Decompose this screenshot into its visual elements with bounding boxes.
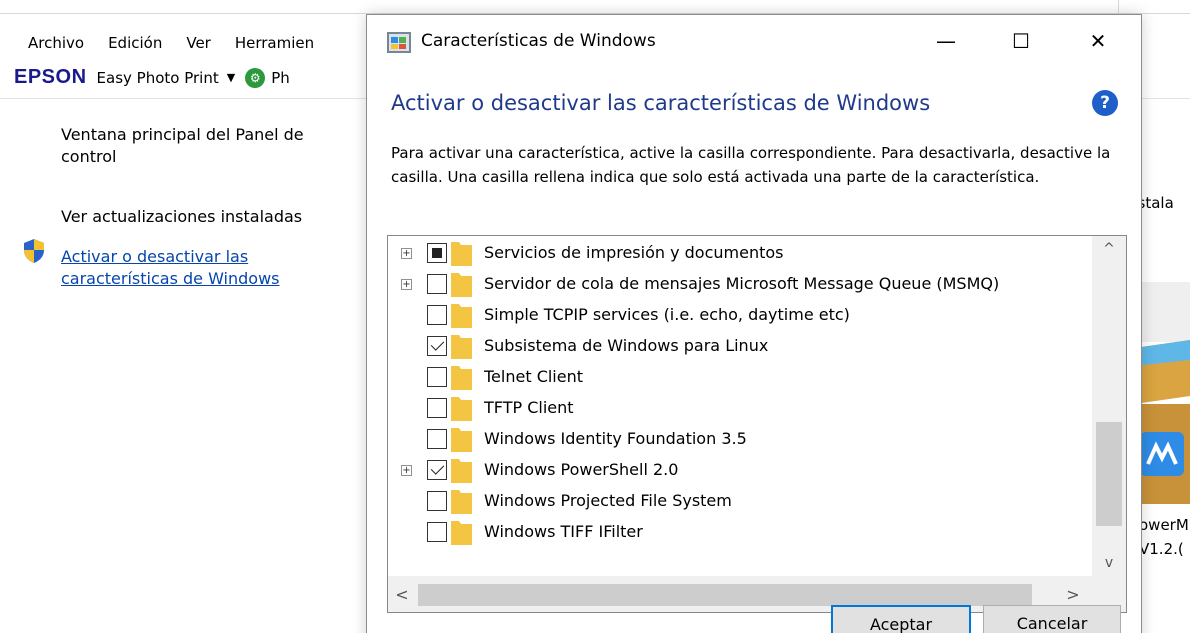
uac-shield-icon	[24, 239, 44, 263]
feature-label: Servicios de impresión y documentos	[484, 243, 784, 262]
maximize-button[interactable]: ☐	[998, 21, 1044, 61]
scroll-down-icon[interactable]: v	[1092, 550, 1126, 576]
feature-checkbox[interactable]	[427, 429, 447, 449]
feature-row[interactable]: Windows Projected File System	[388, 486, 1092, 517]
feature-label: Subsistema de Windows para Linux	[484, 336, 769, 355]
menu-herramientas[interactable]: Herramien	[235, 34, 314, 52]
search-box-edge	[1118, 0, 1190, 14]
photo-print-icon[interactable]: ⚙	[245, 67, 266, 88]
folder-icon	[451, 490, 472, 514]
folder-icon	[451, 242, 472, 266]
feature-row[interactable]: Windows Identity Foundation 3.5	[388, 424, 1092, 455]
feature-label: Windows Projected File System	[484, 491, 732, 510]
program-name-line2: V1.2.(	[1139, 540, 1184, 558]
menu-edicion[interactable]: Edición	[108, 34, 162, 52]
folder-icon	[451, 304, 472, 328]
feature-row[interactable]: TFTP Client	[388, 393, 1092, 424]
menu-ver[interactable]: Ver	[186, 34, 211, 52]
feature-row[interactable]: Simple TCPIP services (i.e. echo, daytim…	[388, 300, 1092, 331]
folder-icon	[451, 428, 472, 452]
scroll-up-icon[interactable]: ^	[1092, 236, 1126, 262]
minimize-button[interactable]: —	[923, 21, 969, 61]
feature-label: Telnet Client	[484, 367, 584, 386]
features-tree[interactable]: + Servicios de impresión y documentos + Ser…	[387, 235, 1127, 613]
dialog-description: Para activar una característica, active …	[391, 144, 1111, 186]
feature-row[interactable]: + Windows PowerShell 2.0	[388, 455, 1092, 486]
vertical-scroll-thumb[interactable]	[1096, 422, 1122, 526]
feature-label: Servidor de cola de mensajes Microsoft M…	[484, 274, 1000, 293]
sidebar-installed-updates[interactable]: Ver actualizaciones instaladas	[61, 206, 302, 228]
dialog-title: Características de Windows	[421, 31, 656, 51]
photo-print-label[interactable]: Ph	[271, 69, 290, 87]
expand-icon[interactable]: +	[401, 279, 412, 290]
feature-checkbox[interactable]	[427, 305, 447, 325]
vertical-scrollbar[interactable]: ^ v	[1092, 236, 1126, 576]
feature-checkbox[interactable]	[427, 491, 447, 511]
close-button[interactable]: ✕	[1075, 21, 1121, 61]
feature-checkbox[interactable]	[427, 398, 447, 418]
feature-checkbox[interactable]	[427, 336, 447, 356]
folder-icon	[451, 335, 472, 359]
ok-button[interactable]: Aceptar	[831, 605, 971, 633]
expand-icon[interactable]: +	[401, 465, 412, 476]
folder-icon	[451, 273, 472, 297]
feature-row[interactable]: Telnet Client	[388, 362, 1092, 393]
folder-icon	[451, 521, 472, 545]
windows-features-icon	[387, 32, 411, 53]
folder-icon	[451, 366, 472, 390]
windows-features-dialog: Características de Windows — ☐ ✕ Activar…	[366, 14, 1142, 633]
folder-icon	[451, 397, 472, 421]
dropdown-arrow-icon[interactable]: ▼	[227, 71, 235, 84]
feature-row[interactable]: + Servicios de impresión y documentos	[388, 238, 1092, 269]
horizontal-scroll-thumb[interactable]	[418, 584, 1032, 606]
feature-row[interactable]: Windows TIFF IFilter	[388, 517, 1092, 548]
feature-checkbox[interactable]	[427, 274, 447, 294]
address-bar-edge	[0, 0, 1190, 14]
feature-checkbox[interactable]	[427, 367, 447, 387]
feature-row[interactable]: Subsistema de Windows para Linux	[388, 331, 1092, 362]
feature-checkbox[interactable]	[427, 243, 447, 263]
program-name-partial[interactable]: owerM V1.2.(	[1139, 513, 1189, 561]
epson-toolbar: EPSON Easy Photo Print ▼ ⚙ Ph	[14, 66, 290, 89]
feature-checkbox[interactable]	[427, 460, 447, 480]
feature-label: Simple TCPIP services (i.e. echo, daytim…	[484, 305, 850, 324]
feature-label: Windows TIFF IFilter	[484, 522, 643, 541]
menu-bar: Archivo Edición Ver Herramien	[28, 34, 338, 52]
easy-photo-print-button[interactable]: Easy Photo Print	[97, 69, 219, 87]
feature-label: Windows PowerShell 2.0	[484, 460, 679, 479]
expand-icon[interactable]: +	[401, 248, 412, 259]
feature-checkbox[interactable]	[427, 522, 447, 542]
cancel-button[interactable]: Cancelar	[983, 605, 1121, 633]
program-name-line1: owerM	[1139, 516, 1189, 534]
folder-icon	[451, 459, 472, 483]
feature-label: Windows Identity Foundation 3.5	[484, 429, 747, 448]
epson-logo: EPSON	[14, 66, 87, 88]
dialog-heading: Activar o desactivar las características…	[391, 91, 931, 115]
feature-row[interactable]: + Servidor de cola de mensajes Microsoft …	[388, 269, 1092, 300]
sidebar-windows-features-link[interactable]: Activar o desactivar las características…	[61, 246, 331, 290]
scroll-left-icon[interactable]: <	[388, 576, 416, 612]
sidebar-control-panel-home[interactable]: Ventana principal del Panel de control	[61, 124, 361, 168]
help-icon[interactable]: ?	[1092, 90, 1118, 116]
title-bar[interactable]: Características de Windows — ☐ ✕	[367, 15, 1141, 71]
feature-label: TFTP Client	[484, 398, 574, 417]
menu-archivo[interactable]: Archivo	[28, 34, 84, 52]
